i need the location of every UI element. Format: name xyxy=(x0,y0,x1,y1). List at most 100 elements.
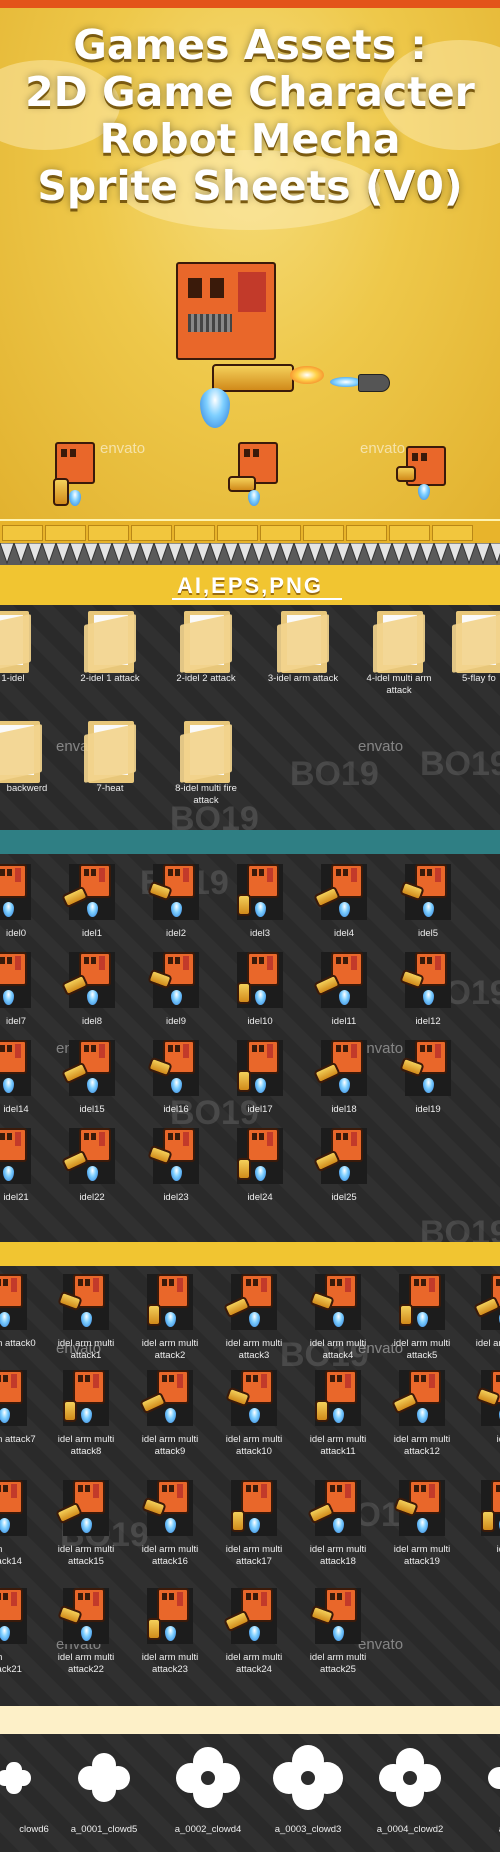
attack-frame-item[interactable]: idel arm multi xyxy=(472,1274,500,1350)
frame-label: idel arm multi attack5 xyxy=(393,1338,451,1361)
attack-frame-item[interactable]: idel xyxy=(472,1370,500,1446)
folder-item[interactable]: 8-idel multi fire attack xyxy=(166,721,246,807)
attack-frame-item[interactable]: idel arm multi attack11 xyxy=(306,1370,370,1458)
attack-frame-item[interactable]: arm attack7 xyxy=(0,1370,36,1446)
idle-frame-item[interactable]: idel10 xyxy=(230,952,290,1028)
bo19-watermark: BO19 xyxy=(420,1214,500,1242)
hero-banner: Games Assets : 2D Game Character Robot M… xyxy=(0,0,500,520)
frame-label: idel arm multi attack4 xyxy=(309,1338,367,1361)
idle-frame-item[interactable]: idel21 xyxy=(0,1128,38,1204)
idle-frame-item[interactable]: idel23 xyxy=(146,1128,206,1204)
idle-frame-item[interactable]: idel15 xyxy=(61,1040,122,1116)
folder-item[interactable]: 3-idel arm attack xyxy=(258,611,348,685)
attack-frame-item[interactable]: idel arm multi attack22 xyxy=(54,1588,118,1676)
idle-frame-item[interactable]: idel17 xyxy=(230,1040,290,1116)
attack-frame-item[interactable]: idel arm multi attack17 xyxy=(222,1480,286,1568)
small-robot xyxy=(228,442,282,510)
attack-frame-item[interactable]: idel arm multi attack24 xyxy=(222,1588,286,1676)
cloud-frame-item[interactable]: a_000 xyxy=(470,1744,500,1844)
cloud-frame-item[interactable]: a_0003_clowd3 xyxy=(266,1744,350,1844)
attack-frame-item[interactable]: idel arm multi attack16 xyxy=(138,1480,202,1568)
formats-bar: AI,EPS,PNG xyxy=(0,565,500,605)
idle-frame-item[interactable]: idel5 xyxy=(398,864,458,940)
frame-label: idel arm multi attack9 xyxy=(141,1434,199,1457)
attack-frame-item[interactable]: idel arm multi attack2 xyxy=(138,1274,202,1362)
idle-frame-item[interactable]: idel11 xyxy=(313,952,374,1028)
cloud-frame-item[interactable]: a_0001_clowd5 xyxy=(62,1744,146,1844)
attack-frame-item[interactable]: idel arm multi attack3 xyxy=(222,1274,286,1362)
folders-section: BO19 BO19 BO19 envato envato 1-idel 2-id… xyxy=(0,605,500,830)
attack-frame-item[interactable]: idel arm multi attack15 xyxy=(54,1480,118,1568)
folder-item[interactable]: 5-flay fo xyxy=(452,611,500,685)
idle-frame-item[interactable]: idel18 xyxy=(313,1040,374,1116)
attack-frame-item[interactable]: idel arm multi attack18 xyxy=(306,1480,370,1568)
folder-label: 2-idel 2 attack xyxy=(176,673,236,684)
idle-frame-item[interactable]: idel1 xyxy=(61,864,122,940)
frame-label: a_000 xyxy=(470,1824,500,1835)
idle-frame-item[interactable]: idel4 xyxy=(313,864,374,940)
frame-label: idel19 xyxy=(415,1104,441,1115)
spikes-graphic xyxy=(0,543,500,565)
cloud-frame-item[interactable]: a_0002_clowd4 xyxy=(166,1744,250,1844)
idle-frame-item[interactable]: idel7 xyxy=(0,952,38,1028)
idle-frame-item[interactable]: idel22 xyxy=(61,1128,122,1204)
hero-title-line: Games Assets : xyxy=(73,21,427,69)
attack-frames-section: BO19 BO19 BO19 envato envato envato enva… xyxy=(0,1266,500,1706)
idle-frames-section: BO19 BO19 BO19 BO19 envato envato idel0i… xyxy=(0,854,500,1242)
folder-item[interactable]: 7-heat xyxy=(70,721,150,795)
idle-frame-item[interactable]: idel16 xyxy=(146,1040,206,1116)
folder-item[interactable]: backwerd xyxy=(0,721,56,795)
hero-top-bar xyxy=(0,0,500,8)
folder-label: 1-idel xyxy=(1,673,25,684)
attack-frame-item[interactable]: idel arm multi attack9 xyxy=(138,1370,202,1458)
frame-label: idel arm multi attack25 xyxy=(309,1652,367,1675)
envato-watermark: envato xyxy=(100,440,146,457)
attack-frame-item[interactable]: idel xyxy=(472,1480,500,1556)
hero-robot xyxy=(172,262,392,432)
cloud-frame-item[interactable]: a_0004_clowd2 xyxy=(368,1744,452,1844)
attack-frame-item[interactable]: idel arm multi attack1 xyxy=(54,1274,118,1362)
folder-item[interactable]: 2-idel 1 attack xyxy=(70,611,150,685)
attack-frame-item[interactable]: idel arm multi attack23 xyxy=(138,1588,202,1676)
attack-frame-item[interactable]: idel arm multi attack19 xyxy=(390,1480,454,1568)
frame-label: idel arm multi attack17 xyxy=(225,1544,283,1567)
formats-underline xyxy=(172,598,342,600)
small-robot xyxy=(53,442,100,510)
attack-frame-item[interactable]: idel arm multi attack8 xyxy=(54,1370,118,1458)
yellow-divider xyxy=(0,1242,500,1266)
idle-frame-item[interactable]: idel24 xyxy=(230,1128,290,1204)
folder-label: 5-flay fo xyxy=(462,673,496,684)
frame-label: a_0003_clowd3 xyxy=(274,1824,342,1835)
frame-label: idel17 xyxy=(247,1104,273,1115)
attack-frame-item[interactable]: idel arm multi attack10 xyxy=(222,1370,286,1458)
frame-label: idel25 xyxy=(331,1192,357,1203)
frame-label: idel16 xyxy=(163,1104,189,1115)
idle-frame-item[interactable]: idel3 xyxy=(230,864,290,940)
idle-frame-item[interactable]: idel19 xyxy=(398,1040,458,1116)
folder-item[interactable]: 4-idel multi arm attack xyxy=(358,611,440,697)
frame-label: idel arm multi attack22 xyxy=(57,1652,115,1675)
idle-frame-item[interactable]: idel8 xyxy=(61,952,122,1028)
folder-item[interactable]: 2-idel 2 attack xyxy=(166,611,246,685)
attack-frame-item[interactable]: idel arm multi attack25 xyxy=(306,1588,370,1676)
attack-frame-item[interactable]: arm attack21 xyxy=(0,1588,36,1676)
folder-label: backwerd xyxy=(6,783,48,794)
bo19-watermark: BO19 xyxy=(420,745,500,783)
cloud-frame-item[interactable]: clowd6 xyxy=(0,1744,56,1844)
folder-item[interactable]: 1-idel xyxy=(0,611,40,685)
frame-label: idel5 xyxy=(417,928,439,939)
attack-frame-item[interactable]: idel arm multi attack4 xyxy=(306,1274,370,1362)
folder-label: 4-idel multi arm attack xyxy=(366,673,432,696)
idle-frame-item[interactable]: idel12 xyxy=(398,952,458,1028)
idle-frame-item[interactable]: idel0 xyxy=(0,864,38,940)
attack-frame-item[interactable]: arm attack0 xyxy=(0,1274,36,1350)
idle-frame-item[interactable]: idel14 xyxy=(0,1040,38,1116)
cream-divider xyxy=(0,1706,500,1734)
attack-frame-item[interactable]: arm attack14 xyxy=(0,1480,36,1568)
idle-frame-item[interactable]: idel2 xyxy=(146,864,206,940)
idle-frame-item[interactable]: idel25 xyxy=(313,1128,374,1204)
attack-frame-item[interactable]: idel arm multi attack5 xyxy=(390,1274,454,1362)
idle-frame-item[interactable]: idel9 xyxy=(146,952,206,1028)
frame-label: a_0004_clowd2 xyxy=(376,1824,444,1835)
attack-frame-item[interactable]: idel arm multi attack12 xyxy=(390,1370,454,1458)
